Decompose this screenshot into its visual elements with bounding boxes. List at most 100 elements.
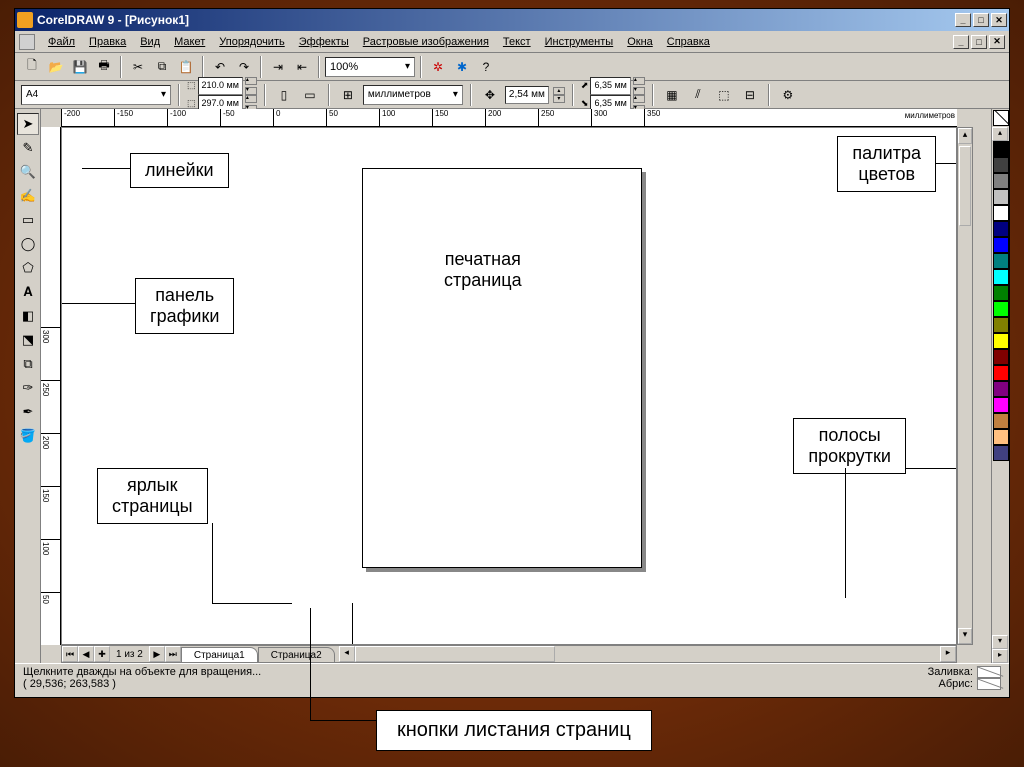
color-swatch[interactable] [993, 253, 1009, 269]
first-page-button[interactable]: ⏮ [62, 646, 78, 662]
cut-button[interactable]: ✂ [127, 56, 149, 78]
zoom-tool[interactable]: 🔍 [17, 161, 39, 183]
scrollbar-vertical[interactable]: ▴ ▾ [957, 127, 973, 645]
menu-windows[interactable]: Окна [620, 34, 660, 50]
pick-tool[interactable]: ➤ [17, 113, 39, 135]
ruler-vertical[interactable]: 50100 150200 250300 [41, 127, 61, 645]
text-tool[interactable]: 𝐀 [17, 281, 39, 303]
close-button[interactable]: ✕ [991, 13, 1007, 27]
color-swatch[interactable] [993, 429, 1009, 445]
palette-scroll-down[interactable]: ▾ [992, 635, 1008, 649]
menu-effects[interactable]: Эффекты [292, 34, 356, 50]
fill-swatch-icon[interactable] [977, 666, 1001, 678]
menu-bitmaps[interactable]: Растровые изображения [356, 34, 496, 50]
color-swatch[interactable] [993, 397, 1009, 413]
scroll-v-thumb[interactable] [959, 146, 971, 226]
page-tab-1[interactable]: Страница1 [181, 647, 258, 662]
open-button[interactable]: 📂 [45, 56, 67, 78]
import-button[interactable]: ⇥ [267, 56, 289, 78]
color-swatch[interactable] [993, 157, 1009, 173]
palette-expand[interactable]: ▸ [992, 649, 1008, 663]
menu-arrange[interactable]: Упорядочить [212, 34, 291, 50]
mdi-minimize-button[interactable]: _ [953, 35, 969, 49]
guidelines-button[interactable]: ⊟ [739, 84, 761, 106]
interactive-transparency-tool[interactable]: ⬔ [17, 329, 39, 351]
scrollbar-horizontal[interactable]: ◂ ▸ [339, 646, 956, 662]
export-button[interactable]: ⇤ [291, 56, 313, 78]
color-swatch[interactable] [993, 285, 1009, 301]
last-page-button[interactable]: ⏭ [165, 646, 181, 662]
page-tab-2[interactable]: Страница2 [258, 647, 335, 662]
menu-view[interactable]: Вид [133, 34, 167, 50]
color-swatch[interactable] [993, 333, 1009, 349]
ellipse-tool[interactable]: ◯ [17, 233, 39, 255]
scroll-h-thumb[interactable] [355, 646, 555, 662]
outline-swatch-icon[interactable] [977, 678, 1001, 690]
prev-page-button[interactable]: ◀ [78, 646, 94, 662]
undo-button[interactable]: ↶ [209, 56, 231, 78]
rectangle-tool[interactable]: ▭ [17, 209, 39, 231]
snap-guides-button[interactable]: ⫽ [687, 84, 709, 106]
mdi-maximize-button[interactable]: □ [971, 35, 987, 49]
scroll-down-button[interactable]: ▾ [958, 628, 972, 644]
mdi-icon[interactable] [19, 34, 35, 50]
next-page-button[interactable]: ▶ [149, 646, 165, 662]
options-button[interactable]: ⚙ [777, 84, 799, 106]
add-page-button[interactable]: ✚ [94, 646, 110, 662]
corel-online-button[interactable]: ✱ [451, 56, 473, 78]
menu-file[interactable]: Файл [41, 34, 82, 50]
color-swatch[interactable] [993, 237, 1009, 253]
menu-text[interactable]: Текст [496, 34, 538, 50]
page-width-input[interactable]: 210.0 мм [198, 77, 243, 95]
color-swatch[interactable] [993, 205, 1009, 221]
print-button[interactable]: 🖶 [93, 56, 115, 78]
redo-button[interactable]: ↷ [233, 56, 255, 78]
eyedropper-tool[interactable]: ✑ [17, 377, 39, 399]
dup-x-input[interactable]: 6,35 мм [590, 77, 630, 95]
menu-edit[interactable]: Правка [82, 34, 133, 50]
drawing-canvas[interactable]: линейки панель графики печатная страница… [61, 127, 957, 645]
menu-layout[interactable]: Макет [167, 34, 212, 50]
maximize-button[interactable]: □ [973, 13, 989, 27]
app-launcher-button[interactable]: ✲ [427, 56, 449, 78]
whatsthis-button[interactable]: ? [475, 56, 497, 78]
landscape-button[interactable]: ▭ [299, 84, 321, 106]
shape-tool[interactable]: ✎ [17, 137, 39, 159]
units-combo[interactable]: миллиметров [363, 85, 463, 105]
palette-scroll-up[interactable]: ▴ [992, 127, 1008, 141]
color-swatch[interactable] [993, 141, 1009, 157]
color-swatch[interactable] [993, 381, 1009, 397]
polygon-tool[interactable]: ⬠ [17, 257, 39, 279]
scroll-up-button[interactable]: ▴ [958, 128, 972, 144]
scroll-left-button[interactable]: ◂ [339, 646, 355, 662]
save-button[interactable]: 💾 [69, 56, 91, 78]
color-swatch[interactable] [993, 301, 1009, 317]
color-swatch[interactable] [993, 221, 1009, 237]
interactive-blend-tool[interactable]: ⧉ [17, 353, 39, 375]
zoom-combo[interactable]: 100% [325, 57, 415, 77]
paste-button[interactable]: 📋 [175, 56, 197, 78]
fill-tool[interactable]: 🪣 [17, 425, 39, 447]
copy-button[interactable]: ⧉ [151, 56, 173, 78]
snap-grid-button[interactable]: ▦ [661, 84, 683, 106]
menu-help[interactable]: Справка [660, 34, 717, 50]
scroll-right-button[interactable]: ▸ [940, 646, 956, 662]
color-swatch[interactable] [993, 317, 1009, 333]
snap-objects-button[interactable]: ⬚ [713, 84, 735, 106]
color-swatch[interactable] [993, 349, 1009, 365]
color-swatch[interactable] [993, 269, 1009, 285]
nudge-input[interactable]: 2,54 мм [505, 86, 549, 104]
interactive-fill-tool[interactable]: ◧ [17, 305, 39, 327]
page-size-combo[interactable]: A4 [21, 85, 171, 105]
portrait-button[interactable]: ▯ [273, 84, 295, 106]
ruler-horizontal[interactable]: -200-150 -100-50 050 100150 200250 30035… [61, 109, 957, 127]
menu-tools[interactable]: Инструменты [538, 34, 621, 50]
color-swatch[interactable] [993, 413, 1009, 429]
freehand-tool[interactable]: ✍ [17, 185, 39, 207]
mdi-close-button[interactable]: ✕ [989, 35, 1005, 49]
no-color-swatch[interactable] [993, 110, 1009, 126]
color-swatch[interactable] [993, 189, 1009, 205]
color-swatch[interactable] [993, 445, 1009, 461]
color-swatch[interactable] [993, 173, 1009, 189]
new-button[interactable]: 🗋 [21, 56, 43, 78]
